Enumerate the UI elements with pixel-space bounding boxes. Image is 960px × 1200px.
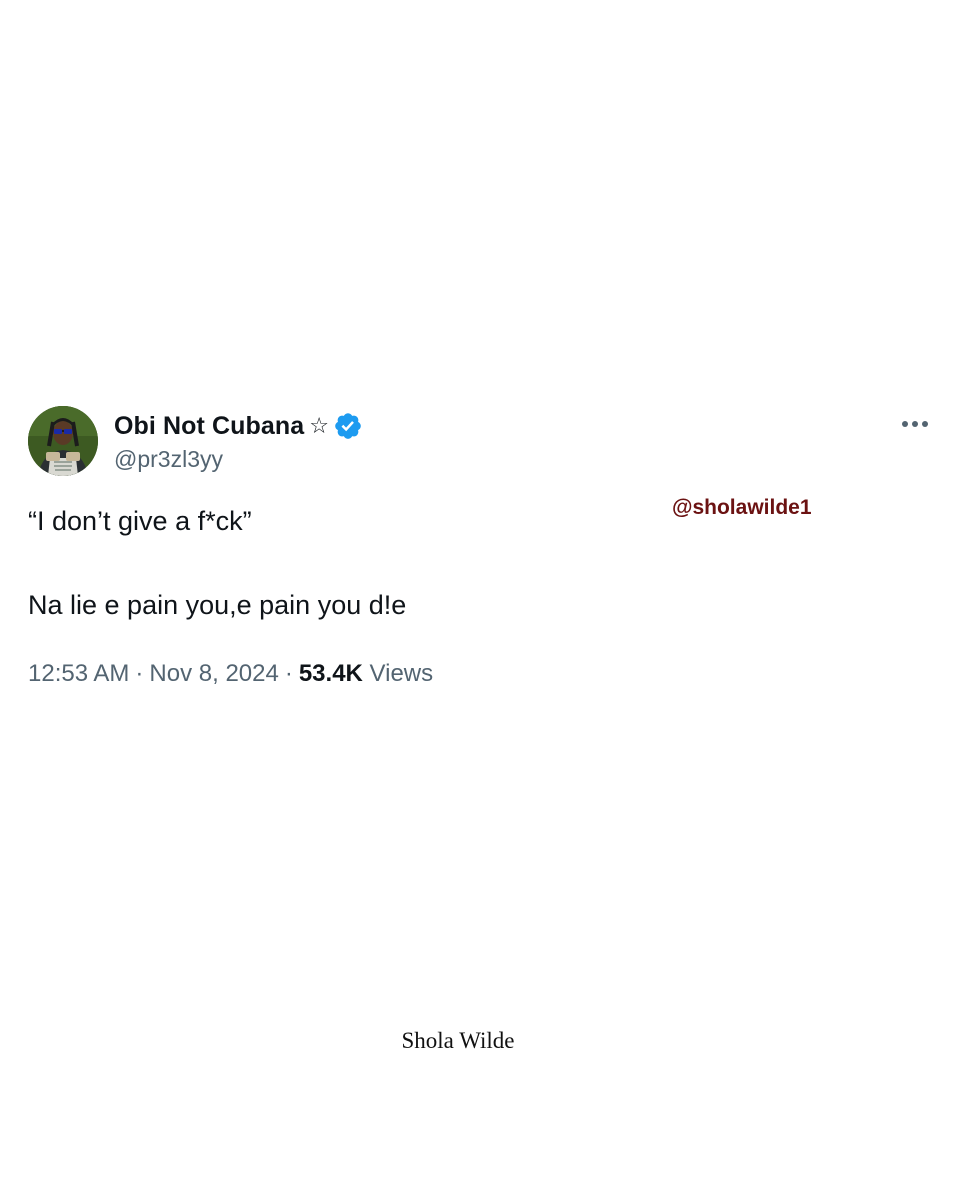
author-name-row[interactable]: Obi Not Cubana ☆ — [114, 408, 363, 444]
tweet-meta: 12:53 AM · Nov 8, 2024 · 53.4K Views — [28, 660, 433, 688]
tweet-text-line: “I don’t give a f*ck” — [28, 506, 252, 536]
views-label: Views — [369, 660, 434, 687]
avatar[interactable] — [28, 406, 98, 476]
tweet-text-line: Na lie e pain you,e pain you d!e — [28, 590, 407, 620]
meta-separator: · — [135, 660, 144, 687]
star-icon: ☆ — [309, 413, 330, 439]
tweet-date[interactable]: Nov 8, 2024 — [149, 660, 278, 687]
watermark-handle: @sholawilde1 — [672, 496, 812, 519]
more-options-button[interactable] — [898, 410, 932, 438]
tweet-time[interactable]: 12:53 AM — [28, 660, 129, 687]
display-name[interactable]: Obi Not Cubana — [114, 412, 304, 441]
more-horizontal-icon — [902, 421, 928, 427]
tweet-card: Obi Not Cubana ☆ @pr3zl3yy @sholawilde1 … — [0, 0, 960, 1200]
avatar-image — [28, 406, 98, 476]
meta-separator: · — [284, 660, 293, 687]
views-link[interactable]: 53.4K Views — [299, 660, 433, 687]
verified-badge-icon — [333, 411, 363, 441]
author-handle[interactable]: @pr3zl3yy — [114, 446, 223, 473]
signature: Shola Wilde — [401, 1028, 515, 1053]
views-count: 53.4K — [298, 660, 363, 687]
